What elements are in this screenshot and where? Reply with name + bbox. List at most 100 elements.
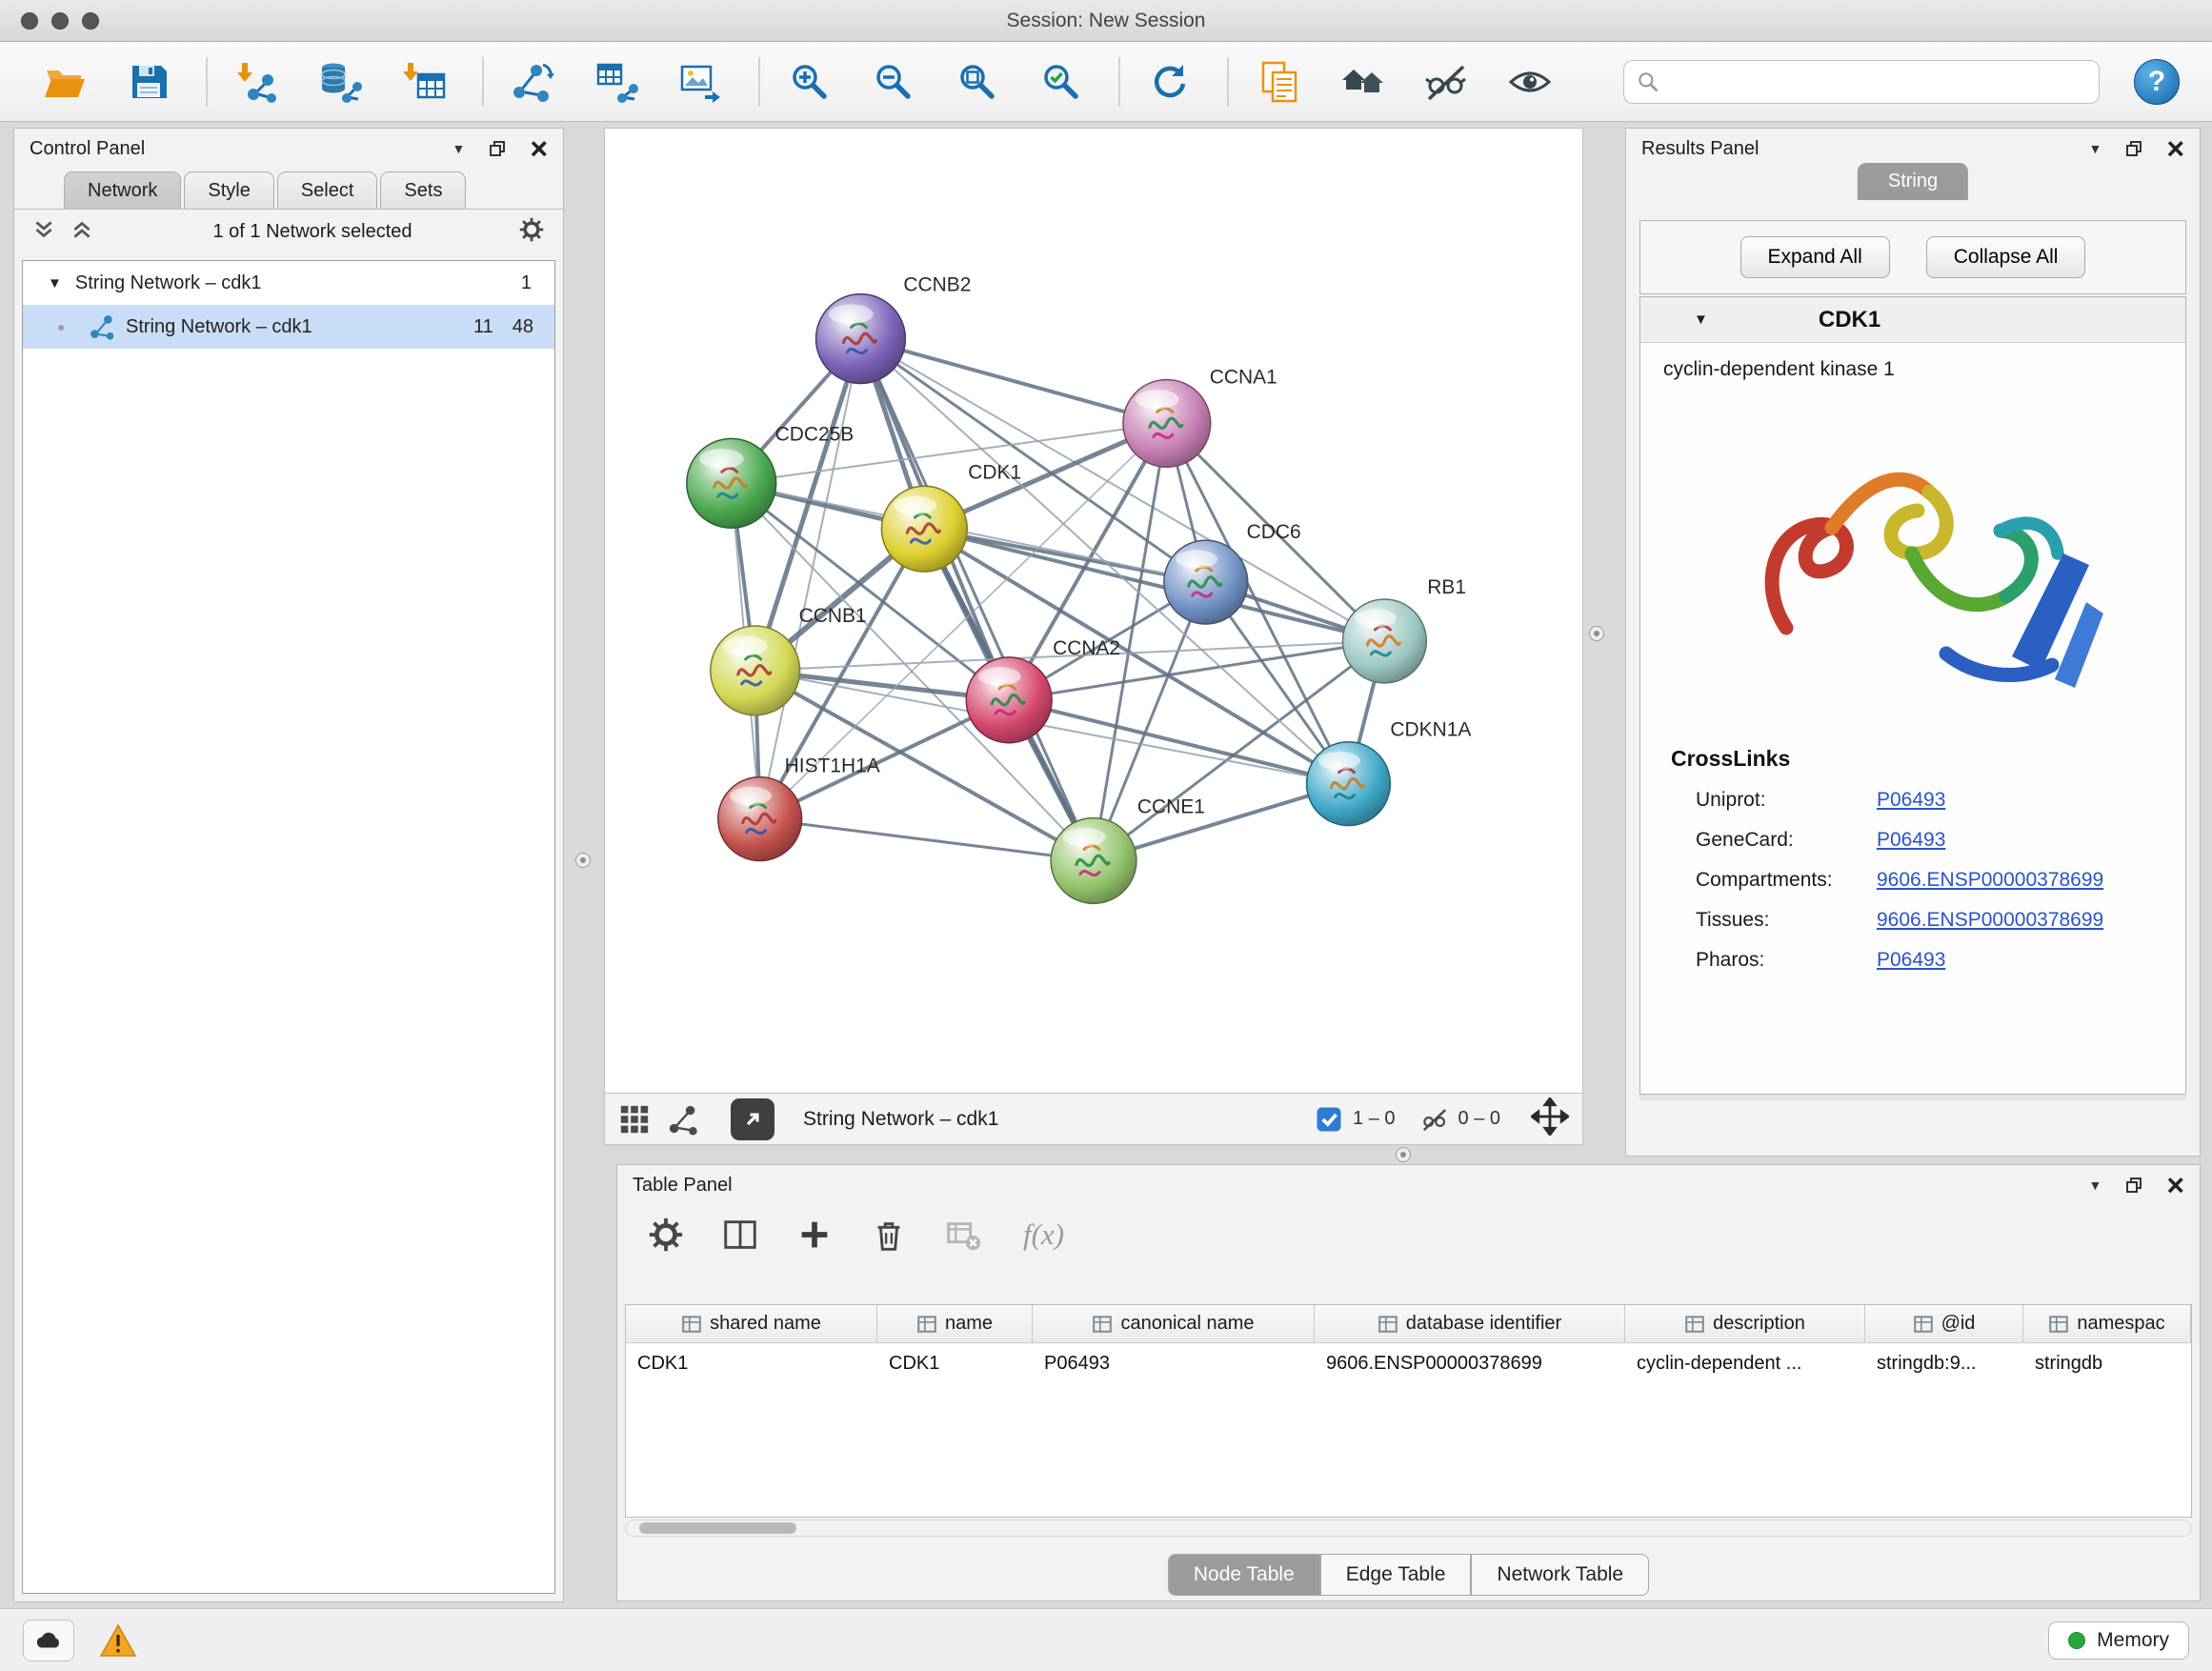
save-session-button[interactable] [118, 51, 179, 112]
eye-button[interactable] [1499, 51, 1560, 112]
search-input[interactable] [1668, 70, 2087, 92]
expand-all-networks-icon[interactable] [31, 217, 56, 247]
add-column-icon[interactable] [794, 1215, 835, 1255]
table-settings-gear-icon[interactable] [646, 1215, 686, 1255]
results-scrollbar[interactable] [1639, 1095, 2186, 1100]
export-image-button[interactable] [671, 51, 732, 112]
import-table-button[interactable] [394, 51, 455, 112]
zoom-out-icon [871, 59, 916, 105]
function-builder-icon[interactable]: f(x) [1023, 1218, 1064, 1252]
cloud-button[interactable] [23, 1620, 74, 1661]
left-splitter-knob[interactable] [575, 853, 591, 868]
table-row[interactable]: CDK1 CDK1 P06493 9606.ENSP00000378699 cy… [626, 1343, 2191, 1383]
memory-button[interactable]: Memory [2048, 1621, 2189, 1660]
apply-preferred-layout-button[interactable] [1139, 51, 1200, 112]
network-icon [90, 313, 116, 340]
network-edge-HIST1H1A-CCNE1[interactable] [760, 819, 1094, 861]
cell-canonical-name[interactable]: P06493 [1033, 1343, 1315, 1383]
glasses-slash-button[interactable] [1416, 51, 1477, 112]
network-canvas[interactable]: CCNB2CCNA1CDC25BCDK1CDC6RB1CCNB1CCNA2CDK… [604, 128, 1583, 1094]
delete-column-trash-icon[interactable] [869, 1215, 909, 1255]
node-label-CCNA1: CCNA1 [1210, 366, 1277, 388]
collapse-panel-icon[interactable]: ▼ [452, 141, 465, 156]
tab-sets[interactable]: Sets [380, 171, 466, 209]
tab-node-table[interactable]: Node Table [1168, 1554, 1320, 1596]
column-header-database-identifier[interactable]: database identifier [1315, 1305, 1625, 1342]
column-header-canonical-name[interactable]: canonical name [1033, 1305, 1315, 1342]
cell-name[interactable]: CDK1 [877, 1343, 1033, 1383]
zoom-selected-button[interactable] [1031, 51, 1092, 112]
open-in-browser-button[interactable] [731, 1098, 774, 1140]
zoom-out-button[interactable] [863, 51, 924, 112]
tab-string[interactable]: String [1858, 163, 1968, 200]
network-collection-row[interactable]: ▼ String Network – cdk1 1 [23, 261, 554, 305]
tab-select[interactable]: Select [277, 171, 378, 209]
pan-crosshair-icon[interactable] [1531, 1097, 1569, 1140]
tab-edge-table[interactable]: Edge Table [1320, 1554, 1472, 1596]
column-header-description[interactable]: description [1625, 1305, 1865, 1342]
network-collection-label: String Network – cdk1 [75, 272, 262, 294]
float-panel-icon[interactable] [488, 139, 507, 158]
tissues-link[interactable]: 9606.ENSP00000378699 [1877, 909, 2185, 932]
expand-all-button[interactable]: Expand All [1740, 236, 1890, 278]
tab-network-table[interactable]: Network Table [1471, 1554, 1649, 1596]
table-horizontal-scrollbar[interactable] [625, 1520, 2192, 1537]
import-network-file-button[interactable] [227, 51, 288, 112]
float-panel-icon[interactable] [2124, 1176, 2143, 1195]
close-panel-icon[interactable]: × [2166, 139, 2184, 158]
zoom-in-button[interactable] [779, 51, 840, 112]
right-splitter-knob[interactable] [1589, 626, 1604, 641]
zoom-window-button[interactable] [82, 12, 99, 30]
tab-network[interactable]: Network [64, 171, 181, 209]
network-options-gear-icon[interactable] [517, 215, 546, 249]
column-header-name[interactable]: name [877, 1305, 1033, 1342]
show-columns-icon[interactable] [720, 1215, 760, 1255]
column-header-id[interactable]: @id [1865, 1305, 2023, 1342]
birds-eye-view-icon[interactable] [618, 1103, 651, 1136]
network-table-button[interactable] [587, 51, 648, 112]
toolbar-search[interactable] [1623, 60, 2100, 104]
close-panel-icon[interactable]: × [2166, 1176, 2184, 1195]
uniprot-link[interactable]: P06493 [1877, 789, 2185, 812]
selected-checkbox-icon[interactable] [1315, 1105, 1343, 1134]
network-edge-CCNB2-HIST1H1A[interactable] [760, 339, 861, 819]
warning-button[interactable] [99, 1621, 137, 1660]
collapse-all-networks-icon[interactable] [70, 217, 94, 247]
compartments-link[interactable]: 9606.ENSP00000378699 [1877, 869, 2185, 892]
cell-database-identifier[interactable]: 9606.ENSP00000378699 [1315, 1343, 1625, 1383]
network-row-selected[interactable]: ● String Network – cdk1 11 48 [23, 305, 554, 349]
hidden-eye-icon[interactable] [1420, 1105, 1449, 1134]
cell-description[interactable]: cyclin-dependent ... [1625, 1343, 1865, 1383]
double-home-button[interactable] [1332, 51, 1393, 112]
help-button[interactable]: ? [2134, 59, 2180, 105]
gene-expander-icon[interactable]: ▼ [1694, 312, 1708, 328]
import-network-database-button[interactable] [311, 51, 372, 112]
minimize-window-button[interactable] [51, 12, 69, 30]
close-panel-icon[interactable]: × [530, 139, 548, 158]
documents-button[interactable] [1248, 51, 1309, 112]
cell-id[interactable]: stringdb:9... [1865, 1343, 2023, 1383]
float-panel-icon[interactable] [2124, 139, 2143, 158]
open-session-button[interactable] [34, 51, 95, 112]
column-header-namespace[interactable]: namespac [2023, 1305, 2191, 1342]
network-from-selection-button[interactable] [503, 51, 564, 112]
genecard-link[interactable]: P06493 [1877, 829, 2185, 852]
zoom-fit-button[interactable] [947, 51, 1008, 112]
collapse-all-button[interactable]: Collapse All [1926, 236, 2086, 278]
tree-expander-icon[interactable]: ▼ [48, 275, 62, 292]
collapse-panel-icon[interactable]: ▼ [2088, 1178, 2101, 1193]
pharos-link[interactable]: P06493 [1877, 949, 2185, 972]
column-header-shared-name[interactable]: shared name [626, 1305, 877, 1342]
gene-description: cyclin-dependent kinase 1 [1640, 343, 2185, 381]
cell-shared-name[interactable]: CDK1 [626, 1343, 877, 1383]
gene-section-header[interactable]: ▼ CDK1 [1640, 297, 2185, 343]
network-edge-CCNB2-CCNE1[interactable] [860, 339, 1094, 861]
network-share-icon[interactable] [668, 1103, 700, 1136]
tab-style[interactable]: Style [184, 171, 273, 209]
cell-namespace[interactable]: stringdb [2023, 1343, 2191, 1383]
bottom-splitter-knob[interactable] [1396, 1147, 1411, 1162]
collapse-panel-icon[interactable]: ▼ [2088, 141, 2101, 156]
toolbar-separator [758, 57, 760, 107]
close-window-button[interactable] [21, 12, 38, 30]
scrollbar-thumb[interactable] [639, 1522, 796, 1534]
